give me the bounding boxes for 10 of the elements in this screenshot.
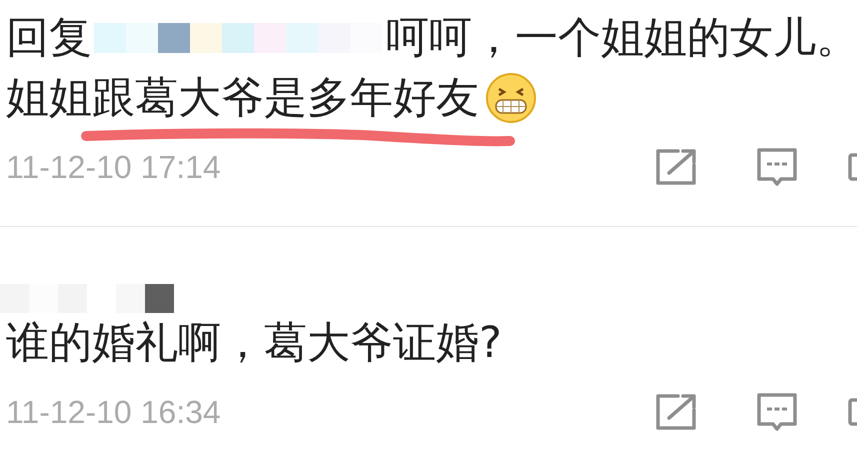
comment-icon[interactable]	[756, 392, 798, 432]
comment-time: 11-12-10 17:14	[6, 148, 221, 186]
comment-icon[interactable]	[756, 147, 798, 187]
comment-time: 11-12-10 16:34	[6, 394, 221, 430]
reply-label: 回复	[6, 12, 92, 65]
share-icon[interactable]	[654, 149, 696, 185]
share-icon[interactable]	[654, 394, 696, 430]
comment-text: 呵呵，一个姐姐的女儿。	[386, 12, 857, 65]
comment-text: 姐姐跟葛大爷是多年好友	[6, 72, 479, 125]
comment-text: 谁的婚礼啊，葛大爷证婚?	[6, 317, 502, 370]
